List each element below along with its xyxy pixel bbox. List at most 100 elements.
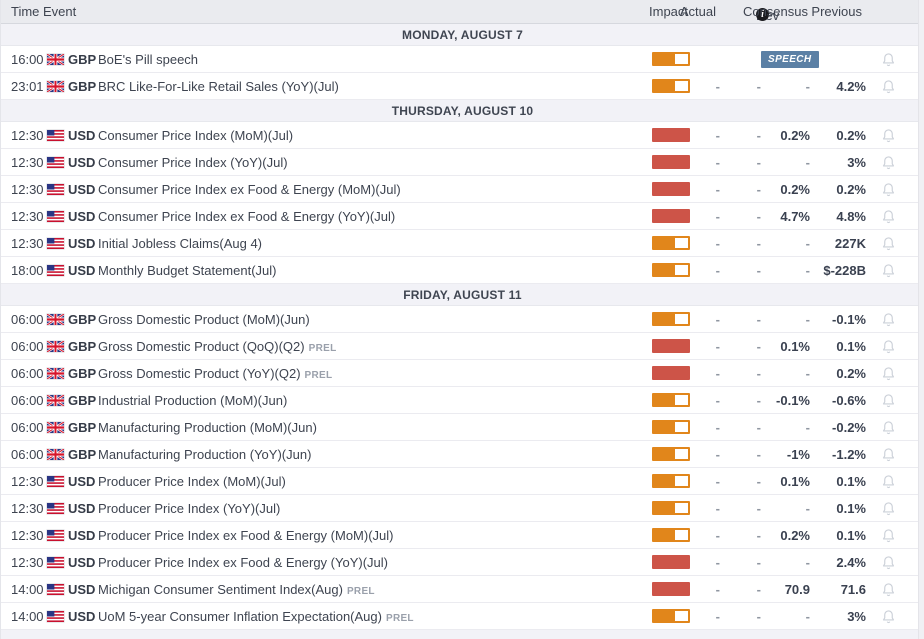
event-row[interactable]: 12:30USDConsumer Price Index ex Food & E… — [1, 176, 924, 203]
consensus-value: - — [761, 263, 810, 278]
event-name[interactable]: Michigan Consumer Sentiment Index(Aug)PR… — [98, 582, 652, 597]
event-row[interactable]: 12:30USDProducer Price Index (MoM)(Jul)-… — [1, 468, 924, 495]
actual-value: - — [690, 447, 720, 462]
alert-bell-icon[interactable] — [866, 554, 910, 571]
impact-medium-bar — [652, 236, 690, 250]
event-row[interactable]: 06:00GBPGross Domestic Product (QoQ)(Q2)… — [1, 333, 924, 360]
event-name[interactable]: Manufacturing Production (MoM)(Jun) — [98, 420, 652, 435]
currency-code: USD — [68, 528, 98, 543]
event-time: 12:30 — [11, 128, 47, 143]
previous-value: 0.2% — [810, 366, 866, 381]
event-row[interactable]: 06:00GBPManufacturing Production (YoY)(J… — [1, 441, 924, 468]
event-name[interactable]: Monthly Budget Statement(Jul) — [98, 263, 652, 278]
event-row[interactable]: 23:01GBPBRC Like-For-Like Retail Sales (… — [1, 73, 924, 100]
event-name[interactable]: Consumer Price Index (MoM)(Jul) — [98, 128, 652, 143]
impact-cell — [652, 339, 690, 353]
alert-bell-icon[interactable] — [866, 338, 910, 355]
alert-bell-icon[interactable] — [866, 78, 910, 95]
event-name[interactable]: BRC Like-For-Like Retail Sales (YoY)(Jul… — [98, 79, 652, 94]
event-row[interactable]: 12:30USDProducer Price Index ex Food & E… — [1, 549, 924, 576]
event-title: Industrial Production (MoM)(Jun) — [98, 393, 287, 408]
event-row[interactable]: 12:30USDConsumer Price Index ex Food & E… — [1, 203, 924, 230]
event-name[interactable]: Initial Jobless Claims(Aug 4) — [98, 236, 652, 251]
event-name[interactable]: Producer Price Index (YoY)(Jul) — [98, 501, 652, 516]
event-row[interactable]: 06:00GBPGross Domestic Product (MoM)(Jun… — [1, 306, 924, 333]
event-row[interactable]: 06:00GBPIndustrial Production (MoM)(Jun)… — [1, 387, 924, 414]
alert-bell-icon[interactable] — [866, 235, 910, 252]
impact-cell — [652, 79, 690, 93]
alert-bell-icon[interactable] — [866, 127, 910, 144]
alert-bell-icon[interactable] — [866, 181, 910, 198]
event-row[interactable]: 06:00GBPManufacturing Production (MoM)(J… — [1, 414, 924, 441]
event-name[interactable]: Industrial Production (MoM)(Jun) — [98, 393, 652, 408]
alert-bell-icon[interactable] — [866, 365, 910, 382]
event-row[interactable]: 12:30USDConsumer Price Index (MoM)(Jul)-… — [1, 122, 924, 149]
event-row[interactable]: 14:00USDUoM 5-year Consumer Inflation Ex… — [1, 603, 924, 630]
alert-bell-icon[interactable] — [866, 527, 910, 544]
event-row[interactable]: 16:00GBPBoE's Pill speechSPEECH — [1, 46, 924, 73]
event-name[interactable]: Consumer Price Index ex Food & Energy (Y… — [98, 209, 652, 224]
actual-value: - — [690, 339, 720, 354]
impact-medium-bar — [652, 79, 690, 93]
impact-medium-bar — [652, 447, 690, 461]
day-section-date: FRIDAY, AUGUST 11 — [403, 288, 522, 302]
day-section-header: FRIDAY, AUGUST 11 — [1, 284, 924, 306]
event-row[interactable]: 12:30USDConsumer Price Index (YoY)(Jul)-… — [1, 149, 924, 176]
event-title: Producer Price Index (MoM)(Jul) — [98, 474, 286, 489]
event-row[interactable]: 06:00GBPGross Domestic Product (YoY)(Q2)… — [1, 360, 924, 387]
alert-bell-icon[interactable] — [866, 51, 910, 68]
consensus-value: 0.1% — [761, 474, 810, 489]
gb-flag-icon — [47, 449, 68, 460]
alert-bell-icon[interactable] — [866, 154, 910, 171]
alert-bell-icon[interactable] — [866, 392, 910, 409]
actual-value: - — [690, 609, 720, 624]
event-name[interactable]: Manufacturing Production (YoY)(Jun) — [98, 447, 652, 462]
event-row[interactable]: 12:30USDInitial Jobless Claims(Aug 4)---… — [1, 230, 924, 257]
us-flag-icon — [47, 611, 68, 622]
impact-cell — [652, 312, 690, 326]
alert-bell-icon[interactable] — [866, 419, 910, 436]
impact-high-bar — [652, 155, 690, 169]
previous-value: -0.1% — [810, 312, 866, 327]
event-name[interactable]: Producer Price Index ex Food & Energy (Y… — [98, 555, 652, 570]
event-row[interactable]: 14:00USDMichigan Consumer Sentiment Inde… — [1, 576, 924, 603]
actual-value: - — [690, 528, 720, 543]
event-name[interactable]: Producer Price Index ex Food & Energy (M… — [98, 528, 652, 543]
event-name[interactable]: Consumer Price Index ex Food & Energy (M… — [98, 182, 652, 197]
event-row[interactable]: 12:30USDProducer Price Index ex Food & E… — [1, 522, 924, 549]
event-name[interactable]: Consumer Price Index (YoY)(Jul) — [98, 155, 652, 170]
impact-medium-bar — [652, 474, 690, 488]
alert-bell-icon[interactable] — [866, 500, 910, 517]
impact-bar-fill — [654, 238, 675, 248]
impact-cell — [652, 236, 690, 250]
alert-bell-icon[interactable] — [866, 262, 910, 279]
alert-bell-icon[interactable] — [866, 608, 910, 625]
actual-value: - — [690, 236, 720, 251]
event-name[interactable]: Gross Domestic Product (QoQ)(Q2)PREL — [98, 339, 652, 354]
currency-code: GBP — [68, 52, 98, 67]
event-name[interactable]: UoM 5-year Consumer Inflation Expectatio… — [98, 609, 652, 624]
alert-bell-icon[interactable] — [866, 473, 910, 490]
us-flag-icon — [47, 130, 68, 141]
impact-high-bar — [652, 209, 690, 223]
impact-bar-fill — [654, 530, 675, 540]
event-row[interactable]: 12:30USDProducer Price Index (YoY)(Jul)-… — [1, 495, 924, 522]
previous-value: -0.6% — [810, 393, 866, 408]
previous-value: 0.1% — [810, 474, 866, 489]
alert-bell-icon[interactable] — [866, 581, 910, 598]
event-name[interactable]: Producer Price Index (MoM)(Jul) — [98, 474, 652, 489]
consensus-value: - — [761, 501, 810, 516]
deviation-value: - — [720, 236, 761, 251]
event-name[interactable]: BoE's Pill speech — [98, 52, 652, 67]
event-time: 06:00 — [11, 420, 47, 435]
alert-bell-icon[interactable] — [866, 446, 910, 463]
event-row[interactable]: 18:00USDMonthly Budget Statement(Jul)---… — [1, 257, 924, 284]
economic-calendar: Time Event Impact Actual Dev i Consensus… — [0, 0, 924, 639]
vertical-scrollbar[interactable] — [918, 0, 924, 639]
event-name[interactable]: Gross Domestic Product (YoY)(Q2)PREL — [98, 366, 652, 381]
preliminary-tag: PREL — [305, 370, 333, 381]
alert-bell-icon[interactable] — [866, 208, 910, 225]
column-header-event: Event — [43, 4, 76, 19]
alert-bell-icon[interactable] — [866, 311, 910, 328]
event-name[interactable]: Gross Domestic Product (MoM)(Jun) — [98, 312, 652, 327]
